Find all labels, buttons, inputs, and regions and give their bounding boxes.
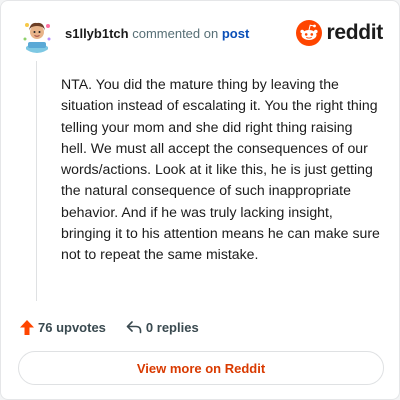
reply-button[interactable]: 0 replies bbox=[126, 320, 199, 335]
action-text: commented on bbox=[132, 26, 219, 41]
comment-meta: s1llyb1tch commented on post bbox=[65, 26, 249, 42]
upvote-arrow-icon bbox=[20, 319, 34, 335]
username[interactable]: s1llyb1tch bbox=[65, 26, 129, 41]
comment-card: s1llyb1tch commented on post reddit NTA.… bbox=[0, 0, 400, 400]
avatar[interactable] bbox=[19, 17, 55, 53]
comment-actions: 76 upvotes 0 replies bbox=[20, 317, 199, 337]
reddit-wordmark: reddit bbox=[326, 21, 383, 44]
upvote-button[interactable]: 76 upvotes bbox=[20, 319, 106, 335]
thread-line bbox=[36, 61, 37, 301]
reddit-logo-icon bbox=[296, 20, 323, 46]
reply-count: 0 replies bbox=[145, 319, 199, 335]
post-link[interactable]: post bbox=[222, 26, 249, 41]
reply-arrow-icon bbox=[126, 321, 142, 334]
cartoon-avatar-icon bbox=[19, 17, 55, 53]
upvote-count: 76 upvotes bbox=[38, 319, 106, 335]
comment-header: s1llyb1tch commented on post reddit bbox=[19, 17, 383, 53]
reddit-brand[interactable]: reddit bbox=[296, 20, 383, 46]
comment-body: NTA. You did the mature thing by leaving… bbox=[61, 76, 380, 263]
view-more-on-reddit-button[interactable]: View more on Reddit bbox=[18, 351, 384, 385]
